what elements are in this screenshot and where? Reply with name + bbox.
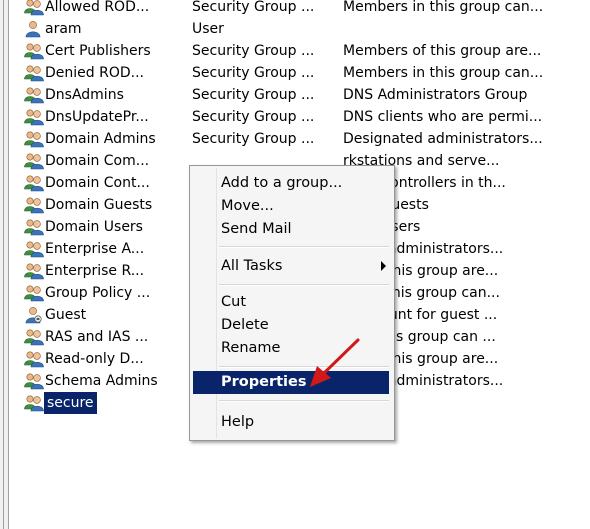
window-left-border — [0, 0, 9, 529]
list-item-type: Security Group ... — [192, 109, 315, 125]
list-item-description: Members in this group can... — [343, 65, 544, 81]
list-item-name-cell[interactable]: Domain Guests — [24, 194, 189, 216]
list-item-name: Domain Guests — [45, 197, 153, 213]
list-item-name-cell[interactable]: Enterprise A... — [24, 238, 189, 260]
group-icon — [24, 130, 44, 148]
list-item-name: Domain Cont... — [45, 175, 150, 191]
list-item-name: Denied ROD... — [45, 65, 144, 81]
list-item-name: DnsUpdatePr... — [45, 109, 149, 125]
menu-item-properties[interactable]: Properties — [221, 371, 306, 393]
list-item-type: Security Group ... — [192, 0, 315, 15]
list-item[interactable]: Denied ROD... Security Group ... Members i… — [24, 62, 590, 84]
group-icon — [24, 262, 44, 280]
list-item-name-cell[interactable]: RAS and IAS ... — [24, 326, 189, 348]
context-menu: Add to a group... Move... Send Mail All … — [189, 165, 395, 441]
list-item-name: Cert Publishers — [45, 43, 151, 59]
list-item-name: Domain Users — [45, 219, 143, 235]
group-icon — [24, 86, 44, 104]
list-item-name-cell[interactable]: aram — [24, 18, 189, 40]
list-item-name: Schema Admins — [45, 373, 158, 389]
group-icon — [24, 240, 44, 258]
group-icon — [24, 64, 44, 82]
list-item-name-cell[interactable]: Cert Publishers — [24, 40, 189, 62]
list-item-name-cell[interactable]: Schema Admins — [24, 370, 189, 392]
menu-item-add-to-group[interactable]: Add to a group... — [221, 172, 342, 194]
list-item-description: Designated administrators... — [343, 131, 543, 147]
menu-separator — [219, 246, 389, 248]
group-icon — [24, 196, 44, 214]
list-item[interactable]: Allowed ROD... Security Group ... Members … — [24, 0, 590, 18]
list-item-name-cell[interactable]: secure — [24, 392, 189, 414]
group-icon — [24, 284, 44, 302]
group-icon — [24, 350, 44, 368]
list-item-description: Members of this group are... — [343, 43, 542, 59]
group-icon — [24, 174, 44, 192]
list-item-name: Domain Com... — [45, 153, 150, 169]
list-item[interactable]: aram User — [24, 18, 590, 40]
menu-separator — [219, 400, 389, 402]
list-item-name: Allowed ROD... — [45, 0, 150, 15]
list-item-name: Enterprise A... — [45, 241, 145, 257]
list-item[interactable]: Cert Publishers Security Group ... Members… — [24, 40, 590, 62]
list-item-name: secure — [44, 392, 97, 414]
group-icon — [24, 42, 44, 60]
menu-item-send-mail[interactable]: Send Mail — [221, 218, 292, 240]
menu-item-all-tasks[interactable]: All Tasks — [221, 255, 282, 277]
list-item-name-cell[interactable]: DnsAdmins — [24, 84, 189, 106]
list-item-name: Guest — [45, 307, 87, 323]
list-item-name: Group Policy ... — [45, 285, 151, 301]
menu-item-help[interactable]: Help — [221, 411, 254, 433]
list-item-name-cell[interactable]: Domain Users — [24, 216, 189, 238]
group-icon — [24, 394, 44, 412]
list-item-name: Domain Admins — [45, 131, 156, 147]
user-icon — [24, 20, 44, 38]
list-item-type: Security Group ... — [192, 43, 315, 59]
list-item-name: Enterprise R... — [45, 263, 145, 279]
list-item-name-cell[interactable]: Guest — [24, 304, 189, 326]
list-item-type: Security Group ... — [192, 131, 315, 147]
list-item-name: Read-only D... — [45, 351, 144, 367]
list-item-description: DNS Administrators Group — [343, 87, 528, 103]
list-item-name-cell[interactable]: Read-only D... — [24, 348, 189, 370]
list-item[interactable]: DnsAdmins Security Group ... DNS Administr… — [24, 84, 590, 106]
list-item-description: DNS clients who are permi... — [343, 109, 543, 125]
list-item-name: DnsAdmins — [45, 87, 124, 103]
list-item-name-cell[interactable]: Enterprise R... — [24, 260, 189, 282]
list-item-name-cell[interactable]: DnsUpdatePr... — [24, 106, 189, 128]
list-item-type: User — [192, 21, 224, 37]
list-item-name: aram — [45, 21, 82, 37]
list-item[interactable]: DnsUpdatePr... Security Group ... DNS clie… — [24, 106, 590, 128]
menu-item-move[interactable]: Move... — [221, 195, 274, 217]
group-icon — [24, 372, 44, 390]
menu-item-cut[interactable]: Cut — [221, 291, 246, 313]
list-item-description: Members in this group can... — [343, 0, 544, 15]
guest-user-icon — [24, 306, 44, 324]
menu-separator — [219, 284, 389, 286]
list-item-name-cell[interactable]: Domain Cont... — [24, 172, 189, 194]
list-item-name-cell[interactable]: Domain Com... — [24, 150, 189, 172]
group-icon — [24, 108, 44, 126]
menu-item-rename[interactable]: Rename — [221, 337, 280, 359]
group-icon — [24, 152, 44, 170]
menu-item-delete[interactable]: Delete — [221, 314, 269, 336]
list-item-name-cell[interactable]: Group Policy ... — [24, 282, 189, 304]
list-item-type: Security Group ... — [192, 65, 315, 81]
menu-gutter — [216, 168, 217, 438]
list-item-name-cell[interactable]: Allowed ROD... — [24, 0, 189, 18]
list-item-type: Security Group ... — [192, 87, 315, 103]
group-icon — [24, 328, 44, 346]
list-item-name: RAS and IAS ... — [45, 329, 149, 345]
submenu-arrow-icon — [381, 261, 386, 271]
list-item-name-cell[interactable]: Denied ROD... — [24, 62, 189, 84]
group-icon — [24, 0, 44, 16]
list-item[interactable]: Domain Admins Security Group ... Designate… — [24, 128, 590, 150]
list-item-name-cell[interactable]: Domain Admins — [24, 128, 189, 150]
group-icon — [24, 218, 44, 236]
pointer-arrow-annotation — [310, 338, 360, 387]
